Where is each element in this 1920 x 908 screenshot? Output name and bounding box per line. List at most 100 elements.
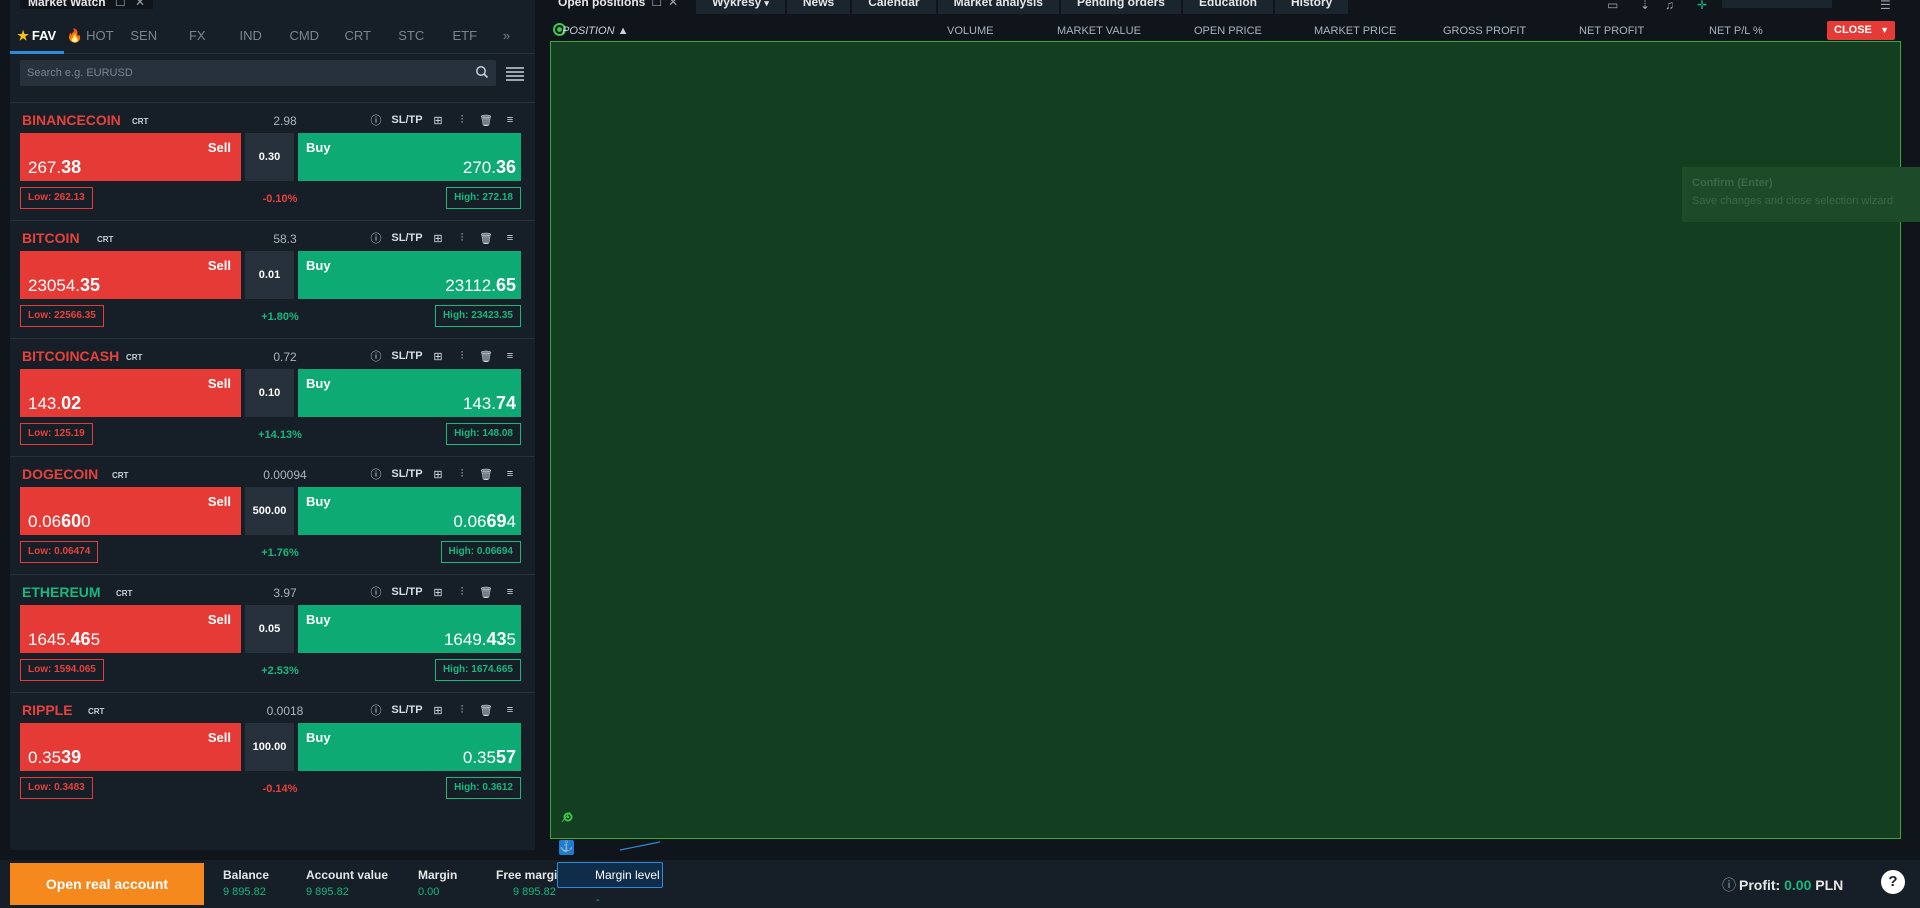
info-icon[interactable]: ⓘ [366, 701, 386, 719]
volume-input[interactable]: 0.10 [245, 369, 294, 417]
instrument-name[interactable]: ETHEREUM [22, 584, 101, 600]
anchor-icon[interactable]: ⚓ [559, 840, 574, 855]
tab-ind[interactable]: IND [224, 18, 278, 54]
sl-tp-button[interactable]: SL/TP [390, 701, 424, 719]
open-real-account-button[interactable]: Open real account [10, 863, 204, 905]
volume-input[interactable]: 0.30 [245, 133, 294, 181]
column-volume[interactable]: VOLUME [947, 25, 993, 37]
instrument-name[interactable]: BITCOINCASH [22, 348, 119, 364]
tab-calendar[interactable]: Calendar [852, 0, 936, 14]
volume-input[interactable]: 500.00 [245, 487, 294, 535]
add-to-list-icon[interactable]: ≡ [500, 465, 520, 483]
tab-etf[interactable]: ETF [438, 18, 492, 54]
volume-input[interactable]: 0.01 [245, 251, 294, 299]
sl-tp-button[interactable]: SL/TP [390, 229, 424, 247]
buy-button[interactable]: Buy 0.3557 [298, 723, 521, 771]
buy-button[interactable]: Buy 1649.435 [298, 605, 521, 653]
help-button[interactable]: ? [1881, 870, 1905, 894]
chart-icon[interactable]: ⫶ [452, 701, 472, 719]
tab-wykresy[interactable]: Wykresy ▾ [696, 0, 785, 14]
sell-button[interactable]: Sell 0.3539 [20, 723, 241, 771]
tab-open-positions[interactable]: Open positions ☐ ✕ [548, 0, 695, 14]
column-gross-profit[interactable]: GROSS PROFIT [1443, 25, 1526, 37]
column-market-value[interactable]: MARKET VALUE [1057, 25, 1141, 37]
tab-fx[interactable]: FX [171, 18, 225, 54]
add-to-list-icon[interactable]: ≡ [500, 701, 520, 719]
add-icon[interactable]: ⊞ [428, 465, 448, 483]
buy-button[interactable]: Buy 270.36 [298, 133, 521, 181]
sl-tp-button[interactable]: SL/TP [390, 583, 424, 601]
sl-tp-button[interactable]: SL/TP [390, 347, 424, 365]
trash-icon[interactable]: 🗑 [476, 229, 496, 247]
selection-overlay[interactable] [550, 41, 1901, 839]
account-selector[interactable] [1722, 0, 1832, 8]
info-icon[interactable]: ⓘ [1722, 877, 1736, 893]
column-open-price[interactable]: OPEN PRICE [1194, 25, 1262, 37]
trash-icon[interactable]: 🗑 [476, 583, 496, 601]
close-icon[interactable]: ✕ [135, 0, 145, 9]
stat-margin-level-selected[interactable]: Margin level [557, 862, 663, 888]
tab-fav[interactable]: ★ FAV [10, 18, 64, 54]
info-icon[interactable]: ⓘ [366, 229, 386, 247]
connection-icon[interactable]: ✛ [1697, 0, 1707, 12]
search-input[interactable] [20, 60, 496, 86]
add-to-list-icon[interactable]: ≡ [500, 583, 520, 601]
sl-tp-button[interactable]: SL/TP [390, 465, 424, 483]
tab-crt[interactable]: CRT [331, 18, 385, 54]
add-icon[interactable]: ⊞ [428, 347, 448, 365]
info-icon[interactable]: ⓘ [366, 111, 386, 129]
trash-icon[interactable]: 🗑 [476, 701, 496, 719]
column-market-price[interactable]: MARKET PRICE [1314, 25, 1396, 37]
instrument-name[interactable]: BINANCECOIN [22, 112, 121, 128]
menu-icon[interactable]: ☰ [1880, 0, 1891, 12]
add-to-list-icon[interactable]: ≡ [500, 347, 520, 365]
volume-input[interactable]: 0.05 [245, 605, 294, 653]
chart-icon[interactable]: ⫶ [452, 229, 472, 247]
list-view-icon[interactable] [504, 62, 526, 84]
trash-icon[interactable]: 🗑 [476, 465, 496, 483]
close-all-button[interactable]: CLOSE ▼ [1827, 21, 1895, 40]
info-icon[interactable]: ⓘ [366, 583, 386, 601]
info-icon[interactable]: ⓘ [366, 465, 386, 483]
search-icon[interactable] [475, 65, 489, 79]
tab-market-analysis[interactable]: Market analysis [937, 0, 1059, 14]
close-icon[interactable]: ✕ [668, 0, 678, 9]
trash-icon[interactable]: 🗑 [476, 111, 496, 129]
tab-history[interactable]: History [1275, 0, 1349, 14]
sell-button[interactable]: Sell 23054.35 [20, 251, 241, 299]
column-net-profit[interactable]: NET PROFIT [1579, 25, 1644, 37]
sl-tp-button[interactable]: SL/TP [390, 111, 424, 129]
sell-button[interactable]: Sell 1645.465 [20, 605, 241, 653]
add-icon[interactable]: ⊞ [428, 701, 448, 719]
tab-hot[interactable]: 🔥 HOT [64, 18, 118, 54]
buy-button[interactable]: Buy 0.06694 [298, 487, 521, 535]
trash-icon[interactable]: 🗑 [476, 347, 496, 365]
volume-input[interactable]: 100.00 [245, 723, 294, 771]
column-position[interactable]: POSITION ▲ [562, 25, 629, 37]
info-icon[interactable]: ⓘ [366, 347, 386, 365]
tab-news[interactable]: News [786, 0, 851, 14]
tab-stc[interactable]: STC [385, 18, 439, 54]
tab-education[interactable]: Education [1182, 0, 1273, 14]
sell-button[interactable]: Sell 267.38 [20, 133, 241, 181]
tabs-forward-icon[interactable]: » [492, 18, 522, 54]
tab-pending-orders[interactable]: Pending orders [1060, 0, 1181, 14]
buy-button[interactable]: Buy 23112.65 [298, 251, 521, 299]
sell-button[interactable]: Sell 143.02 [20, 369, 241, 417]
instrument-name[interactable]: RIPPLE [22, 702, 73, 718]
add-icon[interactable]: ⊞ [428, 229, 448, 247]
layout-icon[interactable]: ▭ [1607, 0, 1618, 12]
buy-button[interactable]: Buy 143.74 [298, 369, 521, 417]
tab-sen[interactable]: SEN [117, 18, 171, 54]
add-to-list-icon[interactable]: ≡ [500, 111, 520, 129]
tab-cmd[interactable]: CMD [278, 18, 332, 54]
download-icon[interactable]: ⇣ [1640, 0, 1650, 12]
instrument-name[interactable]: BITCOIN [22, 230, 80, 246]
chart-icon[interactable]: ⫶ [452, 465, 472, 483]
add-icon[interactable]: ⊞ [428, 111, 448, 129]
maximize-icon[interactable]: ☐ [115, 0, 126, 9]
sell-button[interactable]: Sell 0.06600 [20, 487, 241, 535]
bell-icon[interactable]: ♫ [1665, 0, 1674, 12]
chart-icon[interactable]: ⫶ [452, 347, 472, 365]
add-icon[interactable]: ⊞ [428, 583, 448, 601]
